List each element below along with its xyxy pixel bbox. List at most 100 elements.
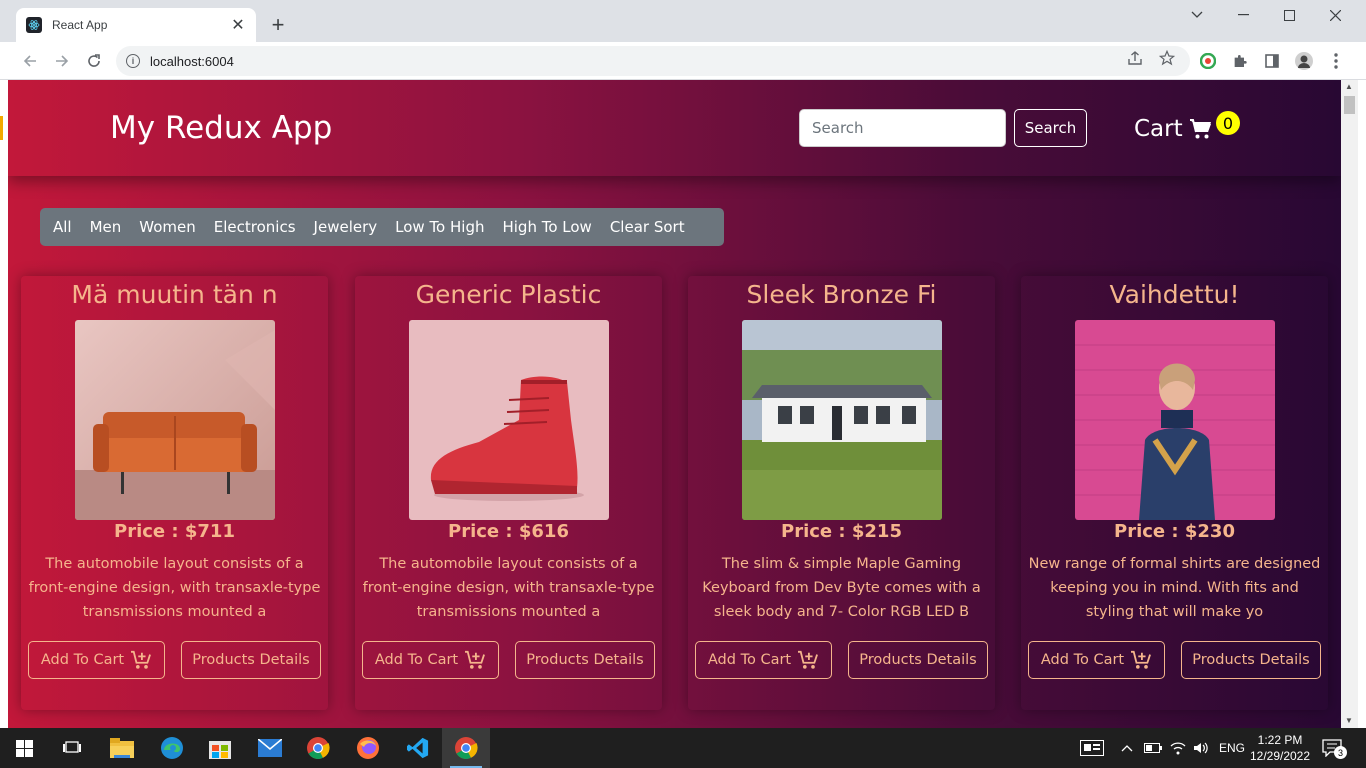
add-to-cart-button[interactable]: Add To Cart xyxy=(28,641,165,679)
reload-icon[interactable] xyxy=(82,49,106,73)
clear-sort[interactable]: Clear Sort xyxy=(601,208,694,246)
browser-toolbar: i localhost:6004 xyxy=(0,42,1366,80)
clock-date: 12/29/2022 xyxy=(1249,749,1311,763)
add-to-cart-button[interactable]: Add To Cart xyxy=(1028,641,1165,679)
brand-title[interactable]: My Redux App xyxy=(110,110,332,146)
product-details-button[interactable]: Products Details xyxy=(181,641,321,679)
volume-icon[interactable] xyxy=(1193,728,1209,768)
product-card: Vaihdettu! Price : $230 New range of for… xyxy=(1021,276,1328,710)
filter-bar: All Men Women Electronics Jewelery Low T… xyxy=(40,208,724,246)
tab-close-icon[interactable]: ✕ xyxy=(230,15,246,35)
browser-menu-icon[interactable] xyxy=(1326,51,1346,71)
page-scrollbar[interactable]: ▲ ▼ xyxy=(1341,80,1358,728)
add-to-cart-button[interactable]: Add To Cart xyxy=(362,641,499,679)
product-description: The automobile layout consists of a fron… xyxy=(28,556,321,620)
notification-count: 3 xyxy=(1334,746,1347,759)
filter-women[interactable]: Women xyxy=(130,208,204,246)
filter-all[interactable]: All xyxy=(44,208,81,246)
product-title: Vaihdettu! xyxy=(1109,280,1240,309)
cart-icon xyxy=(1189,119,1211,139)
tab-search-chevron-icon[interactable] xyxy=(1174,0,1220,30)
new-tab-button[interactable]: + xyxy=(268,12,288,38)
sort-high-to-low[interactable]: High To Low xyxy=(493,208,600,246)
bookmark-star-icon[interactable] xyxy=(1158,49,1176,70)
product-card: Generic Plastic Price : $616 The automob… xyxy=(355,276,662,710)
cart-add-icon xyxy=(798,650,819,669)
product-description: The slim & simple Maple Gaming Keyboard … xyxy=(702,556,981,620)
minimize-icon[interactable] xyxy=(1220,0,1266,30)
product-price: Price : $616 xyxy=(448,521,569,542)
filter-electronics[interactable]: Electronics xyxy=(205,208,305,246)
react-logo-icon xyxy=(26,17,42,33)
product-price: Price : $711 xyxy=(114,521,235,542)
product-card: Sleek Bronze Fi Price : $215 The slim & … xyxy=(688,276,995,710)
clock-time: 1:22 PM xyxy=(1257,733,1303,747)
filter-jewelery[interactable]: Jewelery xyxy=(305,208,387,246)
product-details-button[interactable]: Products Details xyxy=(848,641,988,679)
tray-chevron-icon[interactable] xyxy=(1121,728,1133,768)
edge-browser-icon[interactable] xyxy=(148,728,196,768)
product-details-button[interactable]: Products Details xyxy=(1181,641,1321,679)
page-viewport: My Redux App Search Cart 0 All Men Women… xyxy=(8,80,1341,728)
chrome-active-icon[interactable] xyxy=(442,728,490,768)
task-view-icon[interactable] xyxy=(48,728,96,768)
profile-avatar-icon[interactable] xyxy=(1294,51,1314,71)
chrome-icon[interactable] xyxy=(294,728,342,768)
cart-add-icon xyxy=(465,650,486,669)
product-details-button[interactable]: Products Details xyxy=(515,641,655,679)
sort-low-to-high[interactable]: Low To High xyxy=(386,208,493,246)
browser-tab[interactable]: React App ✕ xyxy=(16,8,256,42)
side-panel-icon[interactable] xyxy=(1262,51,1282,71)
file-explorer-icon[interactable] xyxy=(98,728,146,768)
add-to-cart-label: Add To Cart xyxy=(1040,652,1125,668)
windows-taskbar: ENG 1:22 PM 12/29/2022 3 xyxy=(0,728,1366,768)
url-text: localhost:6004 xyxy=(150,53,234,69)
share-icon[interactable] xyxy=(1127,50,1143,70)
firefox-icon[interactable] xyxy=(344,728,392,768)
news-widget-icon[interactable] xyxy=(1080,728,1104,768)
wifi-icon[interactable] xyxy=(1170,728,1186,768)
product-image-red-sneaker xyxy=(409,320,609,520)
product-image-white-house xyxy=(742,320,942,520)
scrollbar-thumb[interactable] xyxy=(1344,96,1355,114)
add-to-cart-label: Add To Cart xyxy=(707,652,792,668)
product-title: Generic Plastic xyxy=(415,280,602,309)
product-description: The automobile layout consists of a fron… xyxy=(362,556,655,620)
cart-label: Cart xyxy=(1134,116,1183,142)
language-indicator[interactable]: ENG xyxy=(1219,728,1245,768)
product-title: Mä muutin tän n xyxy=(71,280,278,309)
extension-color-icon[interactable] xyxy=(1198,51,1218,71)
site-info-icon[interactable]: i xyxy=(126,54,140,68)
product-card: Mä muutin tän n Price : $711 The automob… xyxy=(21,276,328,710)
address-bar[interactable]: i localhost:6004 xyxy=(116,46,1190,76)
windows-start-icon[interactable] xyxy=(0,728,48,768)
add-to-cart-label: Add To Cart xyxy=(374,652,459,668)
cart-add-icon xyxy=(1131,650,1152,669)
back-arrow-icon[interactable] xyxy=(18,49,42,73)
product-image-orange-sofa xyxy=(75,320,275,520)
cart-count-badge: 0 xyxy=(1216,111,1240,135)
mail-icon[interactable] xyxy=(246,728,294,768)
taskbar-clock[interactable]: 1:22 PM 12/29/2022 xyxy=(1248,732,1312,764)
extensions-puzzle-icon[interactable] xyxy=(1230,51,1250,71)
product-price: Price : $215 xyxy=(781,521,902,542)
cart-link[interactable]: Cart xyxy=(1134,116,1213,142)
vscode-icon[interactable] xyxy=(394,728,442,768)
search-button[interactable]: Search xyxy=(1014,109,1087,147)
window-edge xyxy=(0,80,8,728)
add-to-cart-label: Add To Cart xyxy=(40,652,125,668)
maximize-icon[interactable] xyxy=(1266,0,1312,30)
scroll-down-arrow-icon[interactable]: ▼ xyxy=(1345,716,1353,725)
battery-icon[interactable] xyxy=(1144,728,1162,768)
cart-add-icon xyxy=(131,650,152,669)
filter-men[interactable]: Men xyxy=(81,208,131,246)
search-input[interactable] xyxy=(799,109,1006,147)
microsoft-store-icon[interactable] xyxy=(196,728,244,768)
scroll-up-arrow-icon[interactable]: ▲ xyxy=(1345,82,1353,91)
add-to-cart-button[interactable]: Add To Cart xyxy=(695,641,832,679)
product-price: Price : $230 xyxy=(1114,521,1235,542)
notifications-icon[interactable]: 3 xyxy=(1322,728,1347,768)
forward-arrow-icon[interactable] xyxy=(50,49,74,73)
close-window-icon[interactable] xyxy=(1312,0,1358,30)
navbar: My Redux App Search Cart 0 xyxy=(8,80,1341,176)
